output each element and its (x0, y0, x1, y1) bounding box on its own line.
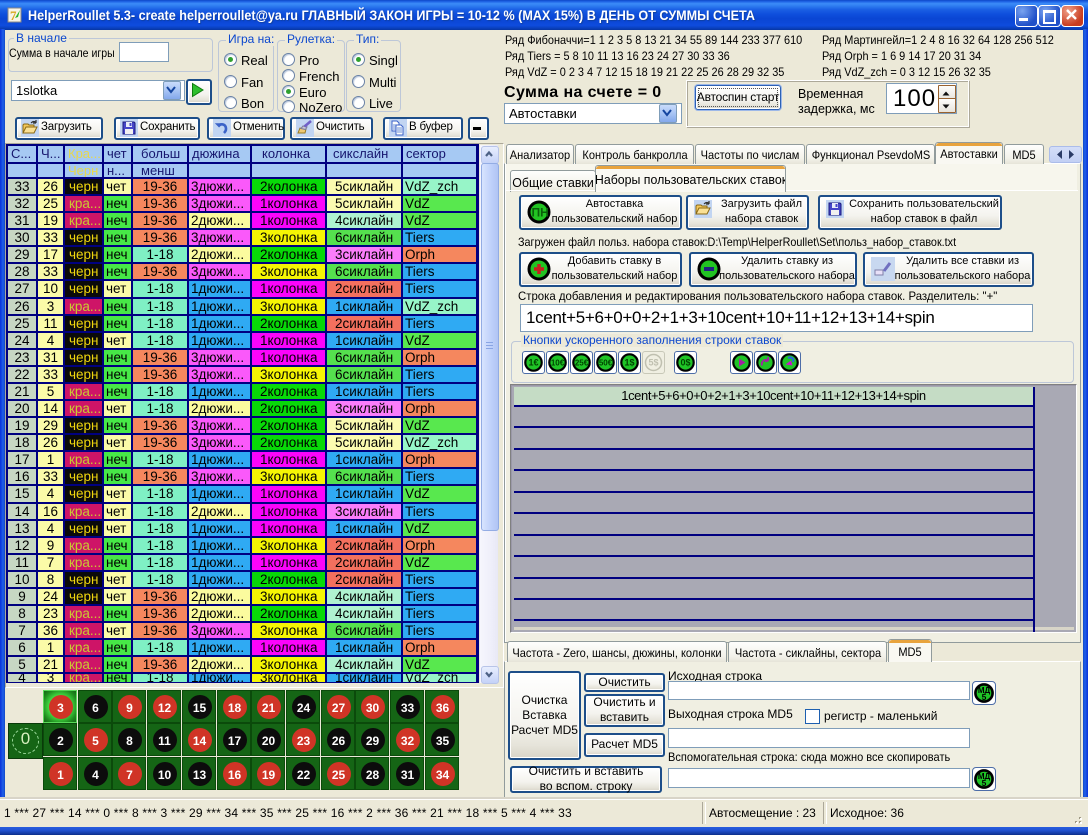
svg-text:1€: 1€ (528, 358, 538, 368)
svg-text:1$: 1$ (624, 358, 634, 368)
svg-text:5$: 5$ (648, 358, 658, 368)
svg-text:25€: 25€ (575, 359, 589, 368)
svg-text:5: 5 (982, 692, 987, 702)
svg-text:5: 5 (982, 778, 987, 788)
svg-text:50€: 50€ (599, 359, 613, 368)
svg-text:0$: 0$ (680, 358, 690, 368)
svg-text:10€: 10€ (551, 359, 565, 368)
svg-text:ПН: ПН (532, 206, 549, 220)
svg-text:7: 7 (10, 8, 17, 23)
